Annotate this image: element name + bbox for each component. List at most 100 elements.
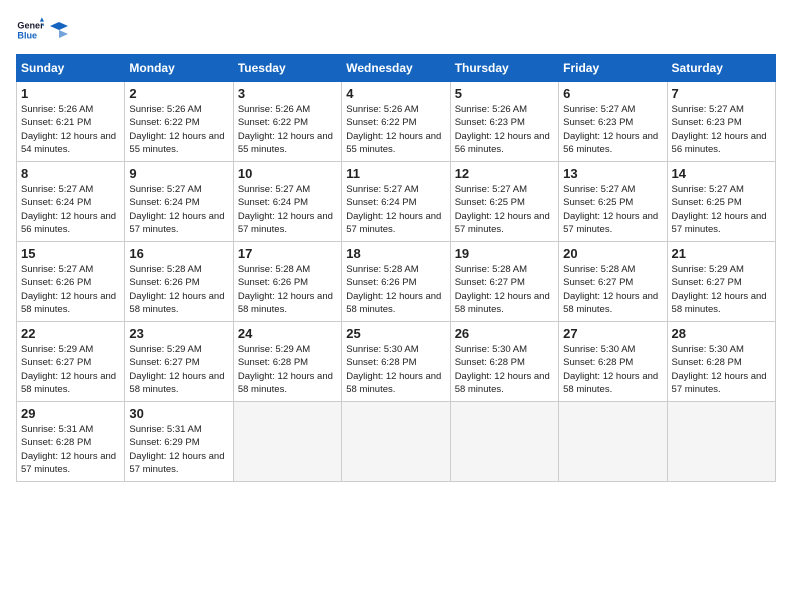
sunrise-label: Sunrise: 5:29 AM xyxy=(238,344,310,355)
cell-info: Sunrise: 5:30 AM Sunset: 6:28 PM Dayligh… xyxy=(563,343,662,396)
daylight-label: Daylight: 12 hours and 57 minutes. xyxy=(455,211,550,235)
sunset-label: Sunset: 6:28 PM xyxy=(21,437,91,448)
sunset-label: Sunset: 6:28 PM xyxy=(346,357,416,368)
svg-text:General: General xyxy=(17,21,44,31)
day-number: 7 xyxy=(672,86,771,101)
logo-icon: General Blue xyxy=(16,16,44,44)
calendar-cell: 15 Sunrise: 5:27 AM Sunset: 6:26 PM Dayl… xyxy=(17,242,125,322)
day-number: 25 xyxy=(346,326,445,341)
sunset-label: Sunset: 6:24 PM xyxy=(21,197,91,208)
cell-info: Sunrise: 5:29 AM Sunset: 6:28 PM Dayligh… xyxy=(238,343,337,396)
calendar-cell: 27 Sunrise: 5:30 AM Sunset: 6:28 PM Dayl… xyxy=(559,322,667,402)
sunrise-label: Sunrise: 5:26 AM xyxy=(21,104,93,115)
cell-info: Sunrise: 5:26 AM Sunset: 6:22 PM Dayligh… xyxy=(129,103,228,156)
day-number: 10 xyxy=(238,166,337,181)
sunrise-label: Sunrise: 5:27 AM xyxy=(672,184,744,195)
cell-info: Sunrise: 5:29 AM Sunset: 6:27 PM Dayligh… xyxy=(129,343,228,396)
calendar-cell: 10 Sunrise: 5:27 AM Sunset: 6:24 PM Dayl… xyxy=(233,162,341,242)
sunrise-label: Sunrise: 5:26 AM xyxy=(346,104,418,115)
sunrise-label: Sunrise: 5:27 AM xyxy=(563,104,635,115)
day-number: 9 xyxy=(129,166,228,181)
calendar-cell: 23 Sunrise: 5:29 AM Sunset: 6:27 PM Dayl… xyxy=(125,322,233,402)
calendar-cell: 19 Sunrise: 5:28 AM Sunset: 6:27 PM Dayl… xyxy=(450,242,558,322)
daylight-label: Daylight: 12 hours and 58 minutes. xyxy=(455,371,550,395)
sunset-label: Sunset: 6:28 PM xyxy=(672,357,742,368)
sunrise-label: Sunrise: 5:27 AM xyxy=(238,184,310,195)
daylight-label: Daylight: 12 hours and 58 minutes. xyxy=(346,291,441,315)
day-number: 24 xyxy=(238,326,337,341)
cell-info: Sunrise: 5:28 AM Sunset: 6:26 PM Dayligh… xyxy=(346,263,445,316)
daylight-label: Daylight: 12 hours and 54 minutes. xyxy=(21,131,116,155)
calendar-week-row: 8 Sunrise: 5:27 AM Sunset: 6:24 PM Dayli… xyxy=(17,162,776,242)
day-header-saturday: Saturday xyxy=(667,55,775,82)
cell-info: Sunrise: 5:27 AM Sunset: 6:24 PM Dayligh… xyxy=(21,183,120,236)
sunrise-label: Sunrise: 5:28 AM xyxy=(238,264,310,275)
sunrise-label: Sunrise: 5:27 AM xyxy=(346,184,418,195)
daylight-label: Daylight: 12 hours and 58 minutes. xyxy=(672,291,767,315)
sunset-label: Sunset: 6:24 PM xyxy=(346,197,416,208)
calendar-cell: 9 Sunrise: 5:27 AM Sunset: 6:24 PM Dayli… xyxy=(125,162,233,242)
day-number: 4 xyxy=(346,86,445,101)
calendar-cell: 3 Sunrise: 5:26 AM Sunset: 6:22 PM Dayli… xyxy=(233,82,341,162)
day-number: 18 xyxy=(346,246,445,261)
sunset-label: Sunset: 6:23 PM xyxy=(563,117,633,128)
sunset-label: Sunset: 6:27 PM xyxy=(563,277,633,288)
calendar-cell: 28 Sunrise: 5:30 AM Sunset: 6:28 PM Dayl… xyxy=(667,322,775,402)
sunset-label: Sunset: 6:26 PM xyxy=(21,277,91,288)
calendar-cell xyxy=(559,402,667,482)
calendar-cell: 7 Sunrise: 5:27 AM Sunset: 6:23 PM Dayli… xyxy=(667,82,775,162)
cell-info: Sunrise: 5:27 AM Sunset: 6:25 PM Dayligh… xyxy=(455,183,554,236)
cell-info: Sunrise: 5:31 AM Sunset: 6:28 PM Dayligh… xyxy=(21,423,120,476)
daylight-label: Daylight: 12 hours and 56 minutes. xyxy=(21,211,116,235)
day-number: 13 xyxy=(563,166,662,181)
day-number: 1 xyxy=(21,86,120,101)
sunset-label: Sunset: 6:22 PM xyxy=(129,117,199,128)
day-number: 29 xyxy=(21,406,120,421)
day-number: 19 xyxy=(455,246,554,261)
day-number: 21 xyxy=(672,246,771,261)
sunrise-label: Sunrise: 5:30 AM xyxy=(672,344,744,355)
calendar-cell: 5 Sunrise: 5:26 AM Sunset: 6:23 PM Dayli… xyxy=(450,82,558,162)
sunrise-label: Sunrise: 5:27 AM xyxy=(21,184,93,195)
cell-info: Sunrise: 5:28 AM Sunset: 6:26 PM Dayligh… xyxy=(238,263,337,316)
calendar-week-row: 15 Sunrise: 5:27 AM Sunset: 6:26 PM Dayl… xyxy=(17,242,776,322)
cell-info: Sunrise: 5:26 AM Sunset: 6:22 PM Dayligh… xyxy=(346,103,445,156)
daylight-label: Daylight: 12 hours and 57 minutes. xyxy=(129,211,224,235)
calendar-cell: 24 Sunrise: 5:29 AM Sunset: 6:28 PM Dayl… xyxy=(233,322,341,402)
sunset-label: Sunset: 6:28 PM xyxy=(238,357,308,368)
cell-info: Sunrise: 5:27 AM Sunset: 6:24 PM Dayligh… xyxy=(346,183,445,236)
calendar-table: SundayMondayTuesdayWednesdayThursdayFrid… xyxy=(16,54,776,482)
calendar-cell: 8 Sunrise: 5:27 AM Sunset: 6:24 PM Dayli… xyxy=(17,162,125,242)
sunrise-label: Sunrise: 5:27 AM xyxy=(129,184,201,195)
sunset-label: Sunset: 6:25 PM xyxy=(563,197,633,208)
sunrise-label: Sunrise: 5:28 AM xyxy=(346,264,418,275)
day-header-friday: Friday xyxy=(559,55,667,82)
daylight-label: Daylight: 12 hours and 58 minutes. xyxy=(238,371,333,395)
calendar-cell xyxy=(450,402,558,482)
daylight-label: Daylight: 12 hours and 58 minutes. xyxy=(563,371,658,395)
calendar-cell: 17 Sunrise: 5:28 AM Sunset: 6:26 PM Dayl… xyxy=(233,242,341,322)
sunset-label: Sunset: 6:27 PM xyxy=(21,357,91,368)
sunrise-label: Sunrise: 5:28 AM xyxy=(455,264,527,275)
header: General Blue xyxy=(16,16,776,44)
daylight-label: Daylight: 12 hours and 57 minutes. xyxy=(672,371,767,395)
sunset-label: Sunset: 6:22 PM xyxy=(238,117,308,128)
sunrise-label: Sunrise: 5:29 AM xyxy=(129,344,201,355)
calendar-cell xyxy=(342,402,450,482)
day-number: 3 xyxy=(238,86,337,101)
calendar-cell: 21 Sunrise: 5:29 AM Sunset: 6:27 PM Dayl… xyxy=(667,242,775,322)
daylight-label: Daylight: 12 hours and 58 minutes. xyxy=(21,371,116,395)
sunrise-label: Sunrise: 5:26 AM xyxy=(238,104,310,115)
sunset-label: Sunset: 6:27 PM xyxy=(129,357,199,368)
day-number: 30 xyxy=(129,406,228,421)
calendar-cell xyxy=(667,402,775,482)
sunset-label: Sunset: 6:29 PM xyxy=(129,437,199,448)
sunrise-label: Sunrise: 5:31 AM xyxy=(129,424,201,435)
sunrise-label: Sunrise: 5:28 AM xyxy=(563,264,635,275)
cell-info: Sunrise: 5:30 AM Sunset: 6:28 PM Dayligh… xyxy=(672,343,771,396)
day-number: 15 xyxy=(21,246,120,261)
daylight-label: Daylight: 12 hours and 55 minutes. xyxy=(238,131,333,155)
cell-info: Sunrise: 5:27 AM Sunset: 6:24 PM Dayligh… xyxy=(129,183,228,236)
sunset-label: Sunset: 6:25 PM xyxy=(672,197,742,208)
cell-info: Sunrise: 5:27 AM Sunset: 6:25 PM Dayligh… xyxy=(672,183,771,236)
